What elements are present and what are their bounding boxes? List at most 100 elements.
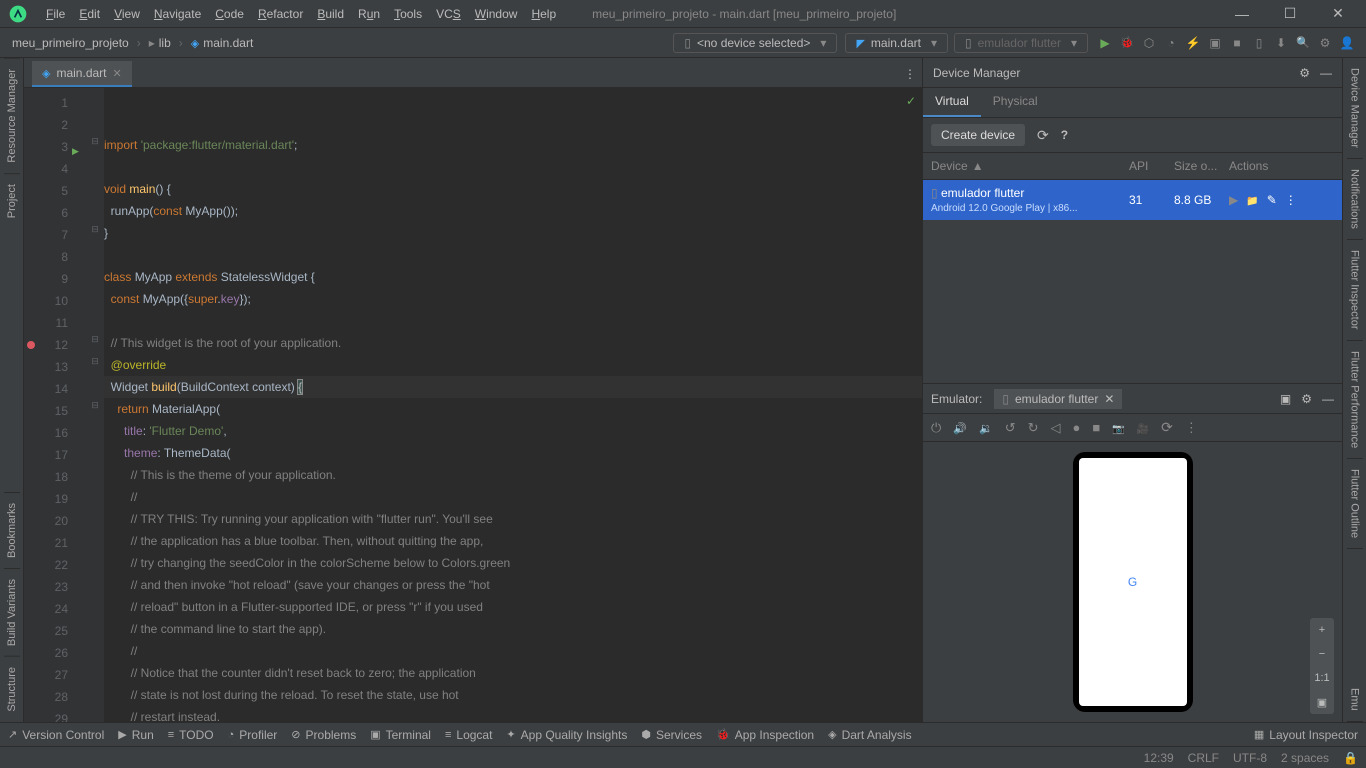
emulator-minimize-icon[interactable]	[1322, 392, 1334, 406]
hot-reload-button[interactable]: ⚡	[1182, 32, 1204, 54]
project-tab[interactable]: Project	[4, 173, 20, 228]
debug-button[interactable]	[1116, 32, 1138, 54]
close-icon[interactable]: ✕	[1104, 392, 1114, 406]
status-indent[interactable]: 2 spaces	[1281, 751, 1329, 765]
window-mode-icon[interactable]: ▣	[1280, 392, 1291, 406]
device-row[interactable]: emulador flutter Android 12.0 Google Pla…	[923, 180, 1342, 220]
volume-up-icon[interactable]	[953, 420, 967, 435]
device-screen[interactable]: G	[1079, 458, 1187, 706]
menu-code[interactable]: Code	[209, 5, 250, 23]
menu-vcs[interactable]: VCS	[430, 5, 467, 23]
more-actions-icon[interactable]	[1285, 193, 1297, 207]
app-quality-tab[interactable]: ✦ App Quality Insights	[506, 728, 627, 742]
code-editor[interactable]: 123▶456789101112131415161718192021222324…	[24, 88, 922, 722]
account-button[interactable]: 👤	[1336, 32, 1358, 54]
minimize-button[interactable]: —	[1222, 6, 1262, 22]
coverage-button[interactable]: ⬡	[1138, 32, 1160, 54]
col-api[interactable]: API	[1129, 159, 1174, 173]
bookmarks-tab[interactable]: Bookmarks	[4, 492, 20, 568]
reload-icon[interactable]	[1161, 419, 1173, 436]
refresh-icon[interactable]	[1037, 127, 1049, 144]
screenshot-icon[interactable]	[1112, 420, 1124, 435]
breadcrumb-folder[interactable]: lib	[145, 34, 175, 52]
maximize-button[interactable]: ☐	[1270, 5, 1310, 22]
menu-build[interactable]: Build	[311, 5, 350, 23]
search-button[interactable]	[1292, 32, 1314, 54]
edit-avd-icon[interactable]	[1267, 193, 1277, 207]
layout-inspector-tab[interactable]: ▦ Layout Inspector	[1254, 728, 1358, 742]
record-icon[interactable]	[1137, 420, 1149, 435]
volume-down-icon[interactable]	[979, 420, 993, 435]
flutter-inspector-tab[interactable]: Flutter Inspector	[1347, 240, 1363, 340]
profile-button[interactable]: ◔	[1160, 32, 1182, 54]
dart-analysis-tab[interactable]: ◈ Dart Analysis	[828, 728, 912, 742]
emulator-view[interactable]: G + − 1:1 ▣	[923, 442, 1342, 722]
inspection-ok-icon[interactable]: ✓	[906, 94, 916, 108]
device-manager-minimize-icon[interactable]	[1320, 66, 1332, 80]
flutter-device-selector[interactable]: emulador flutter	[954, 33, 1088, 53]
terminal-tab[interactable]: ▣ Terminal	[370, 728, 431, 742]
power-icon[interactable]	[931, 420, 941, 436]
run-config-selector[interactable]: main.dart	[845, 33, 948, 53]
flutter-outline-tab[interactable]: Flutter Outline	[1347, 459, 1363, 549]
menu-run[interactable]: Run	[352, 5, 386, 23]
menu-edit[interactable]: Edit	[73, 5, 106, 23]
create-device-button[interactable]: Create device	[931, 124, 1025, 146]
breadcrumb-file[interactable]: main.dart	[187, 34, 258, 52]
menu-navigate[interactable]: Navigate	[148, 5, 207, 23]
rotate-right-icon[interactable]	[1028, 420, 1039, 436]
physical-tab[interactable]: Physical	[981, 88, 1050, 117]
close-button[interactable]: ✕	[1318, 5, 1358, 22]
todo-tab[interactable]: ≡ TODO	[168, 728, 214, 742]
menu-tools[interactable]: Tools	[388, 5, 428, 23]
menu-view[interactable]: View	[108, 5, 146, 23]
emulator-tab[interactable]: emulador flutter ✕	[994, 389, 1122, 409]
status-eol[interactable]: CRLF	[1188, 751, 1219, 765]
launch-avd-icon[interactable]	[1229, 193, 1238, 207]
emulator-tool-tab[interactable]: Emu	[1347, 678, 1363, 722]
more-icon[interactable]	[1185, 420, 1198, 436]
resource-manager-tab[interactable]: Resource Manager	[4, 58, 20, 173]
code-area[interactable]: ✓ import 'package:flutter/material.dart'…	[104, 88, 922, 722]
col-device[interactable]: Device ▲	[931, 159, 1129, 173]
run-tab[interactable]: ▶ Run	[118, 728, 153, 742]
settings-button[interactable]	[1314, 32, 1336, 54]
notifications-tab[interactable]: Notifications	[1347, 159, 1363, 240]
stop-button[interactable]: ■	[1226, 32, 1248, 54]
app-inspection-tab[interactable]: 🐞 App Inspection	[716, 728, 814, 742]
menu-file[interactable]: File	[40, 5, 71, 23]
col-size[interactable]: Size o...	[1174, 159, 1229, 173]
build-variants-tab[interactable]: Build Variants	[4, 568, 20, 656]
device-manager-settings-icon[interactable]	[1299, 66, 1310, 80]
status-position[interactable]: 12:39	[1144, 751, 1174, 765]
menu-refactor[interactable]: Refactor	[252, 5, 309, 23]
open-folder-icon[interactable]	[1246, 193, 1258, 207]
breadcrumb-project[interactable]: meu_primeiro_projeto	[8, 34, 133, 52]
services-tab[interactable]: ⬢ Services	[641, 728, 702, 742]
status-encoding[interactable]: UTF-8	[1233, 751, 1267, 765]
run-button[interactable]	[1094, 32, 1116, 54]
virtual-tab[interactable]: Virtual	[923, 88, 981, 117]
zoom-actual-button[interactable]: ▣	[1310, 690, 1334, 714]
flutter-performance-tab[interactable]: Flutter Performance	[1347, 341, 1363, 459]
zoom-fit-button[interactable]: 1:1	[1310, 666, 1334, 690]
menu-help[interactable]: Help	[525, 5, 562, 23]
version-control-tab[interactable]: ↗ Version Control	[8, 728, 104, 742]
home-icon[interactable]	[1073, 420, 1081, 435]
sdk-manager-button[interactable]: ⬇	[1270, 32, 1292, 54]
close-tab-icon[interactable]: ✕	[113, 67, 122, 80]
zoom-in-button[interactable]: +	[1310, 618, 1334, 642]
attach-debugger-button[interactable]: ▣	[1204, 32, 1226, 54]
menu-window[interactable]: Window	[469, 5, 524, 23]
overview-icon[interactable]	[1092, 420, 1100, 435]
emulator-settings-icon[interactable]	[1301, 392, 1312, 406]
logcat-tab[interactable]: ≡ Logcat	[445, 728, 492, 742]
structure-tab[interactable]: Structure	[4, 656, 20, 722]
status-readonly-icon[interactable]: 🔒	[1343, 751, 1358, 765]
avd-manager-button[interactable]: ▯	[1248, 32, 1270, 54]
tab-options-icon[interactable]: ⋮	[898, 61, 922, 87]
rotate-left-icon[interactable]	[1005, 420, 1016, 436]
zoom-out-button[interactable]: −	[1310, 642, 1334, 666]
device-manager-tab[interactable]: Device Manager	[1347, 58, 1363, 159]
device-selector[interactable]: <no device selected>	[673, 33, 837, 53]
